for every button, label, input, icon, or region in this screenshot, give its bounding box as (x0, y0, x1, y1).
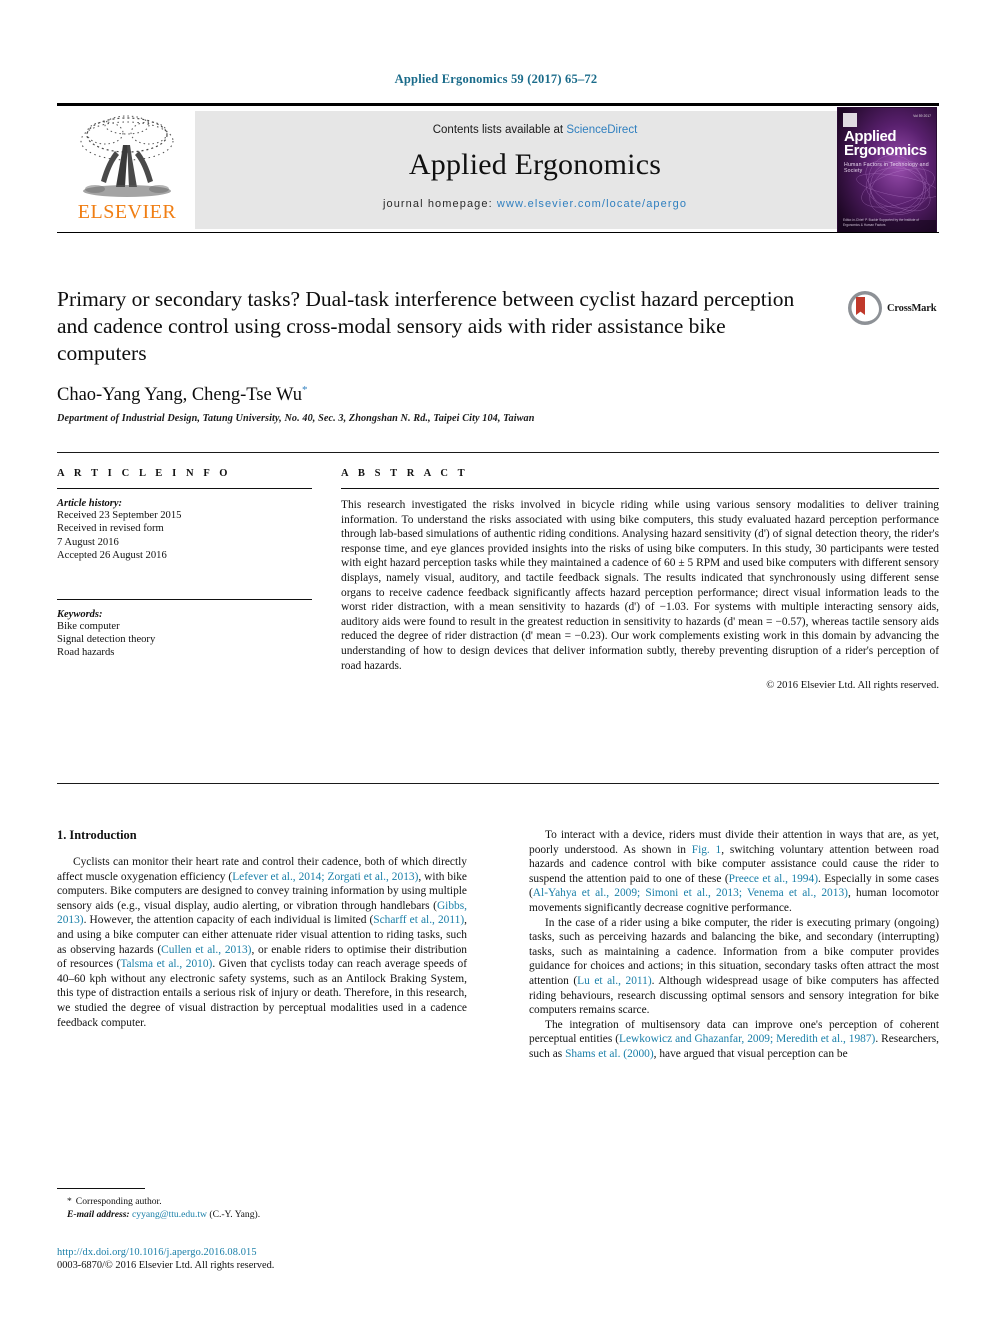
journal-band: Contents lists available at ScienceDirec… (195, 111, 875, 229)
page-title: Primary or secondary tasks? Dual-task in… (57, 287, 795, 365)
keyword-item: Bike computer (57, 620, 120, 632)
cover-title-line2: Ergonomics (844, 142, 927, 159)
citation-link[interactable]: Fig. 1 (692, 844, 722, 856)
article-info-heading: A R T I C L E I N F O (57, 468, 232, 479)
citation-link[interactable]: Talsma et al., 2010) (120, 958, 212, 970)
body-paragraph: The integration of multisensory data can… (529, 1018, 939, 1060)
footnote-marker: * (67, 1196, 72, 1207)
article-info-column: A R T I C L E I N F O Article history: R… (57, 468, 312, 660)
footnote-rule (57, 1188, 145, 1189)
body-paragraph: To interact with a device, riders must d… (529, 829, 939, 914)
crossmark-label: CrossMark (887, 302, 937, 314)
email-link[interactable]: cyyang@ttu.edu.tw (132, 1209, 207, 1220)
body-paragraph: Cyclists can monitor their heart rate an… (57, 856, 468, 1029)
keyword-item: Signal detection theory (57, 634, 156, 646)
elsevier-tree-icon (80, 115, 174, 197)
citation-link[interactable]: Lewkowicz and Ghazanfar, 2009; Meredith … (619, 1033, 875, 1045)
email-label: E-mail address: (67, 1208, 130, 1220)
article-history-line: 7 August 2016 (57, 536, 119, 548)
citation-link[interactable]: Scharff et al., 2011) (373, 914, 464, 926)
corresponding-author-marker: * (301, 384, 308, 396)
journal-masthead: ELSEVIER Contents lists available at Sci… (57, 103, 939, 235)
journal-homepage-line: journal homepage: www.elsevier.com/locat… (383, 198, 687, 210)
citation-link[interactable]: Lefever et al., 2014; Zorgati et al., 20… (232, 871, 418, 883)
corresponding-author-label: Corresponding author. (75, 1196, 162, 1207)
crossmark-badge[interactable]: CrossMark (847, 286, 939, 330)
abstract-text: This research investigated the risks inv… (341, 499, 939, 672)
masthead-bottom-rule (57, 232, 939, 233)
body-column-right: To interact with a device, riders must d… (529, 828, 939, 1062)
homepage-prefix: journal homepage: (382, 198, 497, 210)
article-history-line: Accepted 26 August 2016 (57, 550, 167, 562)
citation-link[interactable]: Cullen et al., 2013) (161, 944, 251, 956)
authors-text: Chao-Yang Yang, Cheng-Tse Wu (57, 385, 302, 406)
citation-link[interactable]: Shams et al. (2000) (565, 1048, 654, 1060)
abstract-copyright: © 2016 Elsevier Ltd. All rights reserved… (766, 680, 939, 692)
citation-link[interactable]: Preece et al., 1994) (729, 873, 818, 885)
keywords-label: Keywords: (57, 608, 103, 620)
corresponding-author-footnote: * Corresponding author. E-mail address: c… (57, 1188, 467, 1221)
contents-available-line: Contents lists available at ScienceDirec… (433, 124, 638, 136)
crossmark-icon (848, 291, 882, 325)
abstract-heading: A B S T R A C T (341, 468, 469, 479)
article-history-line: Received 23 September 2015 (57, 510, 182, 521)
keywords-hairline (57, 598, 312, 600)
footer-doi-block: http://dx.doi.org/10.1016/j.apergo.2016.… (57, 1247, 477, 1271)
journal-title: Applied Ergonomics (408, 148, 662, 181)
corresponding-author-line: * Corresponding author. (57, 1196, 467, 1209)
abstract-column: A B S T R A C T This research investigat… (341, 468, 939, 691)
citation-link[interactable]: Lu et al., 2011) (577, 975, 651, 987)
article-history-line: Received in revised form (57, 523, 164, 535)
cover-issue-code: Vol 59 2017 (913, 114, 931, 118)
cover-footer-text: Editor-in-Chief: P. Buckle Supported by … (843, 218, 919, 227)
abstract-top-rule (57, 452, 939, 453)
email-owner: (C.-Y. Yang). (209, 1208, 261, 1220)
section-title-introduction: 1. Introduction (57, 828, 137, 842)
contents-prefix: Contents lists available at (432, 124, 567, 136)
sciencedirect-link[interactable]: ScienceDirect (566, 124, 637, 136)
elsevier-wordmark: ELSEVIER (77, 201, 177, 223)
email-line: E-mail address: cyyang@ttu.edu.tw (C.-Y.… (57, 1209, 467, 1222)
affiliation: Department of Industrial Design, Tatung … (57, 413, 535, 425)
cover-title: Applied Ergonomics (844, 129, 927, 159)
elsevier-logo: ELSEVIER (63, 111, 191, 229)
paper-page: Applied Ergonomics 59 (2017) 65–72 ELSEV… (0, 0, 992, 1323)
citation-link[interactable]: Al-Yahya et al., 2009; Simoni et al., 20… (533, 887, 848, 899)
article-history-label: Article history: (57, 498, 123, 509)
journal-cover-thumbnail: Vol 59 2017 Applied Ergonomics Human Fac… (837, 107, 937, 233)
masthead-top-rule (57, 103, 939, 106)
doi-link[interactable]: http://dx.doi.org/10.1016/j.apergo.2016.… (57, 1247, 477, 1258)
keyword-item: Road hazards (57, 647, 115, 659)
author-list: Chao-Yang Yang, Cheng-Tse Wu* (57, 384, 939, 406)
body-paragraph: In the case of a rider using a bike comp… (529, 916, 940, 1017)
article-info-spacer (57, 563, 312, 599)
cover-elsevier-mark (843, 113, 857, 127)
abstract-bottom-rule (57, 783, 939, 784)
article-info-hairline (57, 488, 312, 489)
issn-copyright: 0003-6870/© 2016 Elsevier Ltd. All right… (57, 1260, 275, 1271)
journal-homepage-link[interactable]: www.elsevier.com/locate/apergo (497, 198, 687, 210)
body-column-left: 1. Introduction Cyclists can monitor the… (57, 828, 467, 1030)
running-head: Applied Ergonomics 59 (2017) 65–72 (394, 72, 598, 86)
title-block: Primary or secondary tasks? Dual-task in… (57, 286, 939, 424)
cover-subtitle: Human Factors in Technology and Society (844, 162, 929, 174)
abstract-hairline (341, 488, 939, 489)
